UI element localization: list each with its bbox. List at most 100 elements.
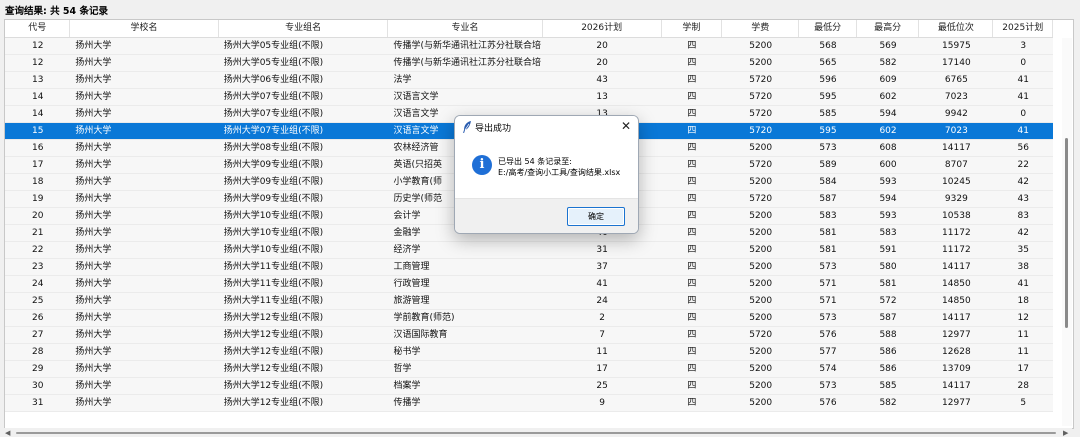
cell-code: 27 bbox=[31, 330, 44, 340]
cell-min-score: 589 bbox=[819, 160, 837, 170]
scroll-right-arrow-icon[interactable]: ▶ bbox=[1063, 429, 1068, 437]
cell-code: 29 bbox=[31, 364, 44, 374]
table-row[interactable]: 14 扬州大学 扬州大学07专业组(不限) 汉语言文学 13 四 5720 595 602 702… bbox=[5, 89, 1053, 106]
column-header-code[interactable]: 代号 bbox=[5, 20, 71, 37]
cell-max-score: 593 bbox=[879, 177, 897, 187]
cell-tuition: 5200 bbox=[749, 296, 773, 306]
cell-group: 扬州大学09专业组(不限) bbox=[223, 194, 324, 204]
cell-school: 扬州大学 bbox=[75, 143, 112, 153]
column-header-plan-2026[interactable]: 2026计划 bbox=[543, 20, 662, 37]
cell-min-score: 581 bbox=[819, 228, 837, 238]
cell-tuition: 5720 bbox=[749, 330, 773, 340]
table-row[interactable]: 12 扬州大学 扬州大学05专业组(不限) 传播学(与新华通讯社江苏分社联合培 20 四 5… bbox=[5, 38, 1053, 55]
cell-max-score: 582 bbox=[879, 58, 897, 68]
horizontal-scroll-thumb[interactable] bbox=[16, 432, 1056, 434]
table-row[interactable]: 29 扬州大学 扬州大学12专业组(不限) 哲学 17 四 5200 574 586 13709 1… bbox=[5, 361, 1053, 378]
column-header-plan-2025[interactable]: 2025计划 bbox=[993, 20, 1054, 37]
cell-min-rank: 10245 bbox=[942, 177, 971, 187]
cell-min-score: 595 bbox=[819, 126, 837, 136]
cell-tuition: 5720 bbox=[749, 194, 773, 204]
table-row[interactable]: 13 扬州大学 扬州大学06专业组(不限) 法学 43 四 5720 596 609 6765 41 bbox=[5, 72, 1053, 89]
cell-min-score: 571 bbox=[819, 279, 837, 289]
cell-min-rank: 11172 bbox=[942, 228, 971, 238]
scroll-left-arrow-icon[interactable]: ◀ bbox=[5, 429, 10, 437]
dialog-body: i 已导出 54 条记录至: E:/高考/查询小工具/查询结果.xlsx bbox=[455, 138, 638, 198]
cell-min-rank: 12977 bbox=[942, 330, 971, 340]
cell-plan-2025: 11 bbox=[1017, 330, 1029, 340]
column-header-major[interactable]: 专业名 bbox=[388, 20, 543, 37]
cell-plan-2025: 41 bbox=[1017, 92, 1029, 102]
table-row[interactable]: 30 扬州大学 扬州大学12专业组(不限) 档案学 25 四 5200 573 585 14117… bbox=[5, 378, 1053, 395]
cell-plan-2026: 24 bbox=[596, 296, 608, 306]
cell-school: 扬州大学 bbox=[75, 160, 112, 170]
cell-max-score: 585 bbox=[879, 381, 897, 391]
cell-max-score: 580 bbox=[879, 262, 897, 272]
cell-min-score: 595 bbox=[819, 92, 837, 102]
column-header-max-score[interactable]: 最高分 bbox=[857, 20, 920, 37]
cell-tuition: 5720 bbox=[749, 75, 773, 85]
cell-group: 扬州大学08专业组(不限) bbox=[223, 143, 324, 153]
cell-code: 31 bbox=[31, 398, 44, 408]
cell-duration: 四 bbox=[687, 347, 697, 357]
cell-major: 学前教育(师范) bbox=[393, 313, 455, 323]
table-row[interactable]: 31 扬州大学 扬州大学12专业组(不限) 传播学 9 四 5200 576 582 12977 5 bbox=[5, 395, 1053, 412]
cell-group: 扬州大学07专业组(不限) bbox=[223, 92, 324, 102]
cell-school: 扬州大学 bbox=[75, 58, 112, 68]
cell-group: 扬州大学10专业组(不限) bbox=[223, 228, 324, 238]
column-header-school[interactable]: 学校名 bbox=[70, 20, 219, 37]
cell-tuition: 5200 bbox=[749, 398, 773, 408]
cell-plan-2026: 9 bbox=[599, 398, 605, 408]
table-row[interactable]: 28 扬州大学 扬州大学12专业组(不限) 秘书学 11 四 5200 577 586 12628… bbox=[5, 344, 1053, 361]
cell-group: 扬州大学12专业组(不限) bbox=[223, 330, 324, 340]
cell-duration: 四 bbox=[687, 92, 697, 102]
cell-code: 30 bbox=[31, 381, 44, 391]
cell-school: 扬州大学 bbox=[75, 126, 112, 136]
cell-duration: 四 bbox=[687, 41, 697, 51]
cell-duration: 四 bbox=[687, 126, 697, 136]
table-row[interactable]: 26 扬州大学 扬州大学12专业组(不限) 学前教育(师范) 2 四 5200 573 587 1… bbox=[5, 310, 1053, 327]
column-header-min-rank[interactable]: 最低位次 bbox=[919, 20, 994, 37]
cell-duration: 四 bbox=[687, 398, 697, 408]
cell-max-score: 582 bbox=[879, 398, 897, 408]
column-header-tuition[interactable]: 学费 bbox=[722, 20, 800, 37]
table-row[interactable]: 22 扬州大学 扬州大学10专业组(不限) 经济学 31 四 5200 581 591 11172… bbox=[5, 242, 1053, 259]
cell-min-rank: 14117 bbox=[942, 143, 971, 153]
close-icon[interactable]: ✕ bbox=[621, 119, 631, 133]
cell-min-score: 571 bbox=[819, 296, 837, 306]
cell-plan-2026: 20 bbox=[596, 58, 608, 68]
ok-button[interactable]: 确定 bbox=[567, 207, 625, 226]
dialog-titlebar[interactable]: 导出成功 ✕ bbox=[455, 116, 638, 138]
cell-tuition: 5200 bbox=[749, 211, 773, 221]
info-icon: i bbox=[472, 155, 492, 175]
column-header-group[interactable]: 专业组名 bbox=[219, 20, 389, 37]
table-row[interactable]: 23 扬州大学 扬州大学11专业组(不限) 工商管理 37 四 5200 573 580 1411… bbox=[5, 259, 1053, 276]
export-success-dialog: 导出成功 ✕ i 已导出 54 条记录至: E:/高考/查询小工具/查询结果.x… bbox=[454, 115, 639, 234]
cell-plan-2025: 35 bbox=[1017, 245, 1029, 255]
cell-school: 扬州大学 bbox=[75, 313, 112, 323]
cell-plan-2025: 28 bbox=[1017, 381, 1029, 391]
cell-min-score: 573 bbox=[819, 313, 837, 323]
cell-major: 旅游管理 bbox=[393, 296, 430, 306]
cell-max-score: 581 bbox=[879, 279, 897, 289]
vertical-scroll-thumb[interactable] bbox=[1065, 138, 1068, 328]
cell-duration: 四 bbox=[687, 296, 697, 306]
cell-group: 扬州大学06专业组(不限) bbox=[223, 75, 324, 85]
cell-plan-2025: 38 bbox=[1017, 262, 1029, 272]
cell-group: 扬州大学07专业组(不限) bbox=[223, 109, 324, 119]
cell-duration: 四 bbox=[687, 160, 697, 170]
vertical-scrollbar[interactable] bbox=[1062, 38, 1072, 426]
table-row[interactable]: 25 扬州大学 扬州大学11专业组(不限) 旅游管理 24 四 5200 571 572 1485… bbox=[5, 293, 1053, 310]
cell-plan-2025: 0 bbox=[1020, 58, 1027, 68]
cell-school: 扬州大学 bbox=[75, 228, 112, 238]
cell-code: 18 bbox=[31, 177, 44, 187]
cell-plan-2025: 41 bbox=[1017, 75, 1029, 85]
table-row[interactable]: 24 扬州大学 扬州大学11专业组(不限) 行政管理 41 四 5200 571 581 1485… bbox=[5, 276, 1053, 293]
cell-plan-2026: 25 bbox=[596, 381, 608, 391]
table-row[interactable]: 12 扬州大学 扬州大学05专业组(不限) 传播学(与新华通讯社江苏分社联合培 20 四 5… bbox=[5, 55, 1053, 72]
column-header-duration[interactable]: 学制 bbox=[662, 20, 723, 37]
cell-min-rank: 17140 bbox=[942, 58, 971, 68]
cell-code: 16 bbox=[31, 143, 44, 153]
table-row[interactable]: 27 扬州大学 扬州大学12专业组(不限) 汉语国际教育 7 四 5720 576 588 129… bbox=[5, 327, 1053, 344]
horizontal-scrollbar[interactable]: ◀ ▶ bbox=[4, 428, 1072, 437]
column-header-min-score[interactable]: 最低分 bbox=[799, 20, 857, 37]
